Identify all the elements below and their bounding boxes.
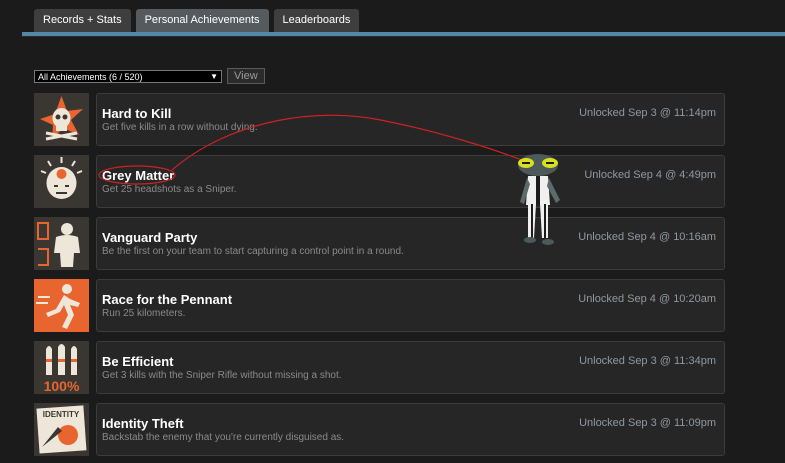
achievement-title: Be Efficient [102, 354, 174, 369]
tab-records-stats[interactable]: Records + Stats [34, 9, 131, 32]
skull-icon [34, 93, 89, 146]
achievement-card: Identity Theft Backstab the enemy that y… [96, 403, 725, 456]
achievement-unlock-date: Unlocked Sep 3 @ 11:34pm [579, 355, 716, 367]
achievement-card: Grey Matter Get 25 headshots as a Sniper… [96, 155, 725, 208]
achievement-unlock-date: Unlocked Sep 3 @ 11:09pm [579, 417, 716, 429]
runner-icon [34, 279, 89, 332]
achievement-row: Race for the Pennant Run 25 kilometers. … [34, 279, 725, 332]
identity-card-label: IDENTITY [43, 410, 80, 419]
achievement-title: Grey Matter [102, 168, 175, 183]
achievement-unlock-date: Unlocked Sep 4 @ 4:49pm [584, 169, 716, 181]
vanguard-figure-icon [34, 217, 89, 270]
tab-bar: Records + Stats Personal Achievements Le… [34, 9, 360, 32]
achievement-title: Race for the Pennant [102, 292, 233, 307]
achievement-description: Be the first on your team to start captu… [102, 246, 404, 257]
efficiency-percent-label: 100% [44, 378, 80, 394]
achievement-title: Identity Theft [102, 416, 184, 431]
achievement-card: Race for the Pennant Run 25 kilometers. … [96, 279, 725, 332]
achievement-description: Run 25 kilometers. [102, 308, 186, 319]
achievement-row: Vanguard Party Be the first on your team… [34, 217, 725, 270]
achievement-row: Grey Matter Get 25 headshots as a Sniper… [34, 155, 725, 208]
achievement-unlock-date: Unlocked Sep 4 @ 10:16am [578, 231, 716, 243]
achievement-description: Get five kills in a row without dying. [102, 122, 258, 133]
achievement-card: Vanguard Party Be the first on your team… [96, 217, 725, 270]
achievement-filter-select[interactable]: All Achievements (6 / 520) ▼ [34, 69, 222, 83]
identity-card-icon: IDENTITY [34, 403, 89, 456]
achievement-filter-value: All Achievements (6 / 520) [38, 71, 143, 82]
achievement-title: Vanguard Party [102, 230, 198, 245]
view-button[interactable]: View [227, 68, 265, 84]
achievement-filter: All Achievements (6 / 520) ▼ View [34, 68, 265, 84]
divider [22, 36, 785, 37]
chevron-down-icon: ▼ [210, 71, 218, 81]
achievement-description: Get 25 headshots as a Sniper. [102, 184, 237, 195]
achievement-row: Hard to Kill Get five kills in a row wit… [34, 93, 725, 146]
tab-leaderboards[interactable]: Leaderboards [273, 9, 360, 32]
achievement-description: Get 3 kills with the Sniper Rifle withou… [102, 370, 342, 381]
achievement-card: Be Efficient Get 3 kills with the Sniper… [96, 341, 725, 394]
tab-personal-achievements[interactable]: Personal Achievements [135, 9, 269, 32]
achievement-unlock-date: Unlocked Sep 3 @ 11:14pm [579, 107, 716, 119]
head-target-icon [34, 155, 89, 208]
achievement-row: 100% Be Efficient Get 3 kills with the S… [34, 341, 725, 394]
achievement-title: Hard to Kill [102, 106, 172, 121]
achievement-description: Backstab the enemy that you're currently… [102, 432, 345, 443]
achievement-unlock-date: Unlocked Sep 4 @ 10:20am [578, 293, 716, 305]
achievement-card: Hard to Kill Get five kills in a row wit… [96, 93, 725, 146]
bullets-100-icon: 100% [34, 341, 89, 394]
achievement-row: IDENTITY Identity Theft Backstab the ene… [34, 403, 725, 456]
